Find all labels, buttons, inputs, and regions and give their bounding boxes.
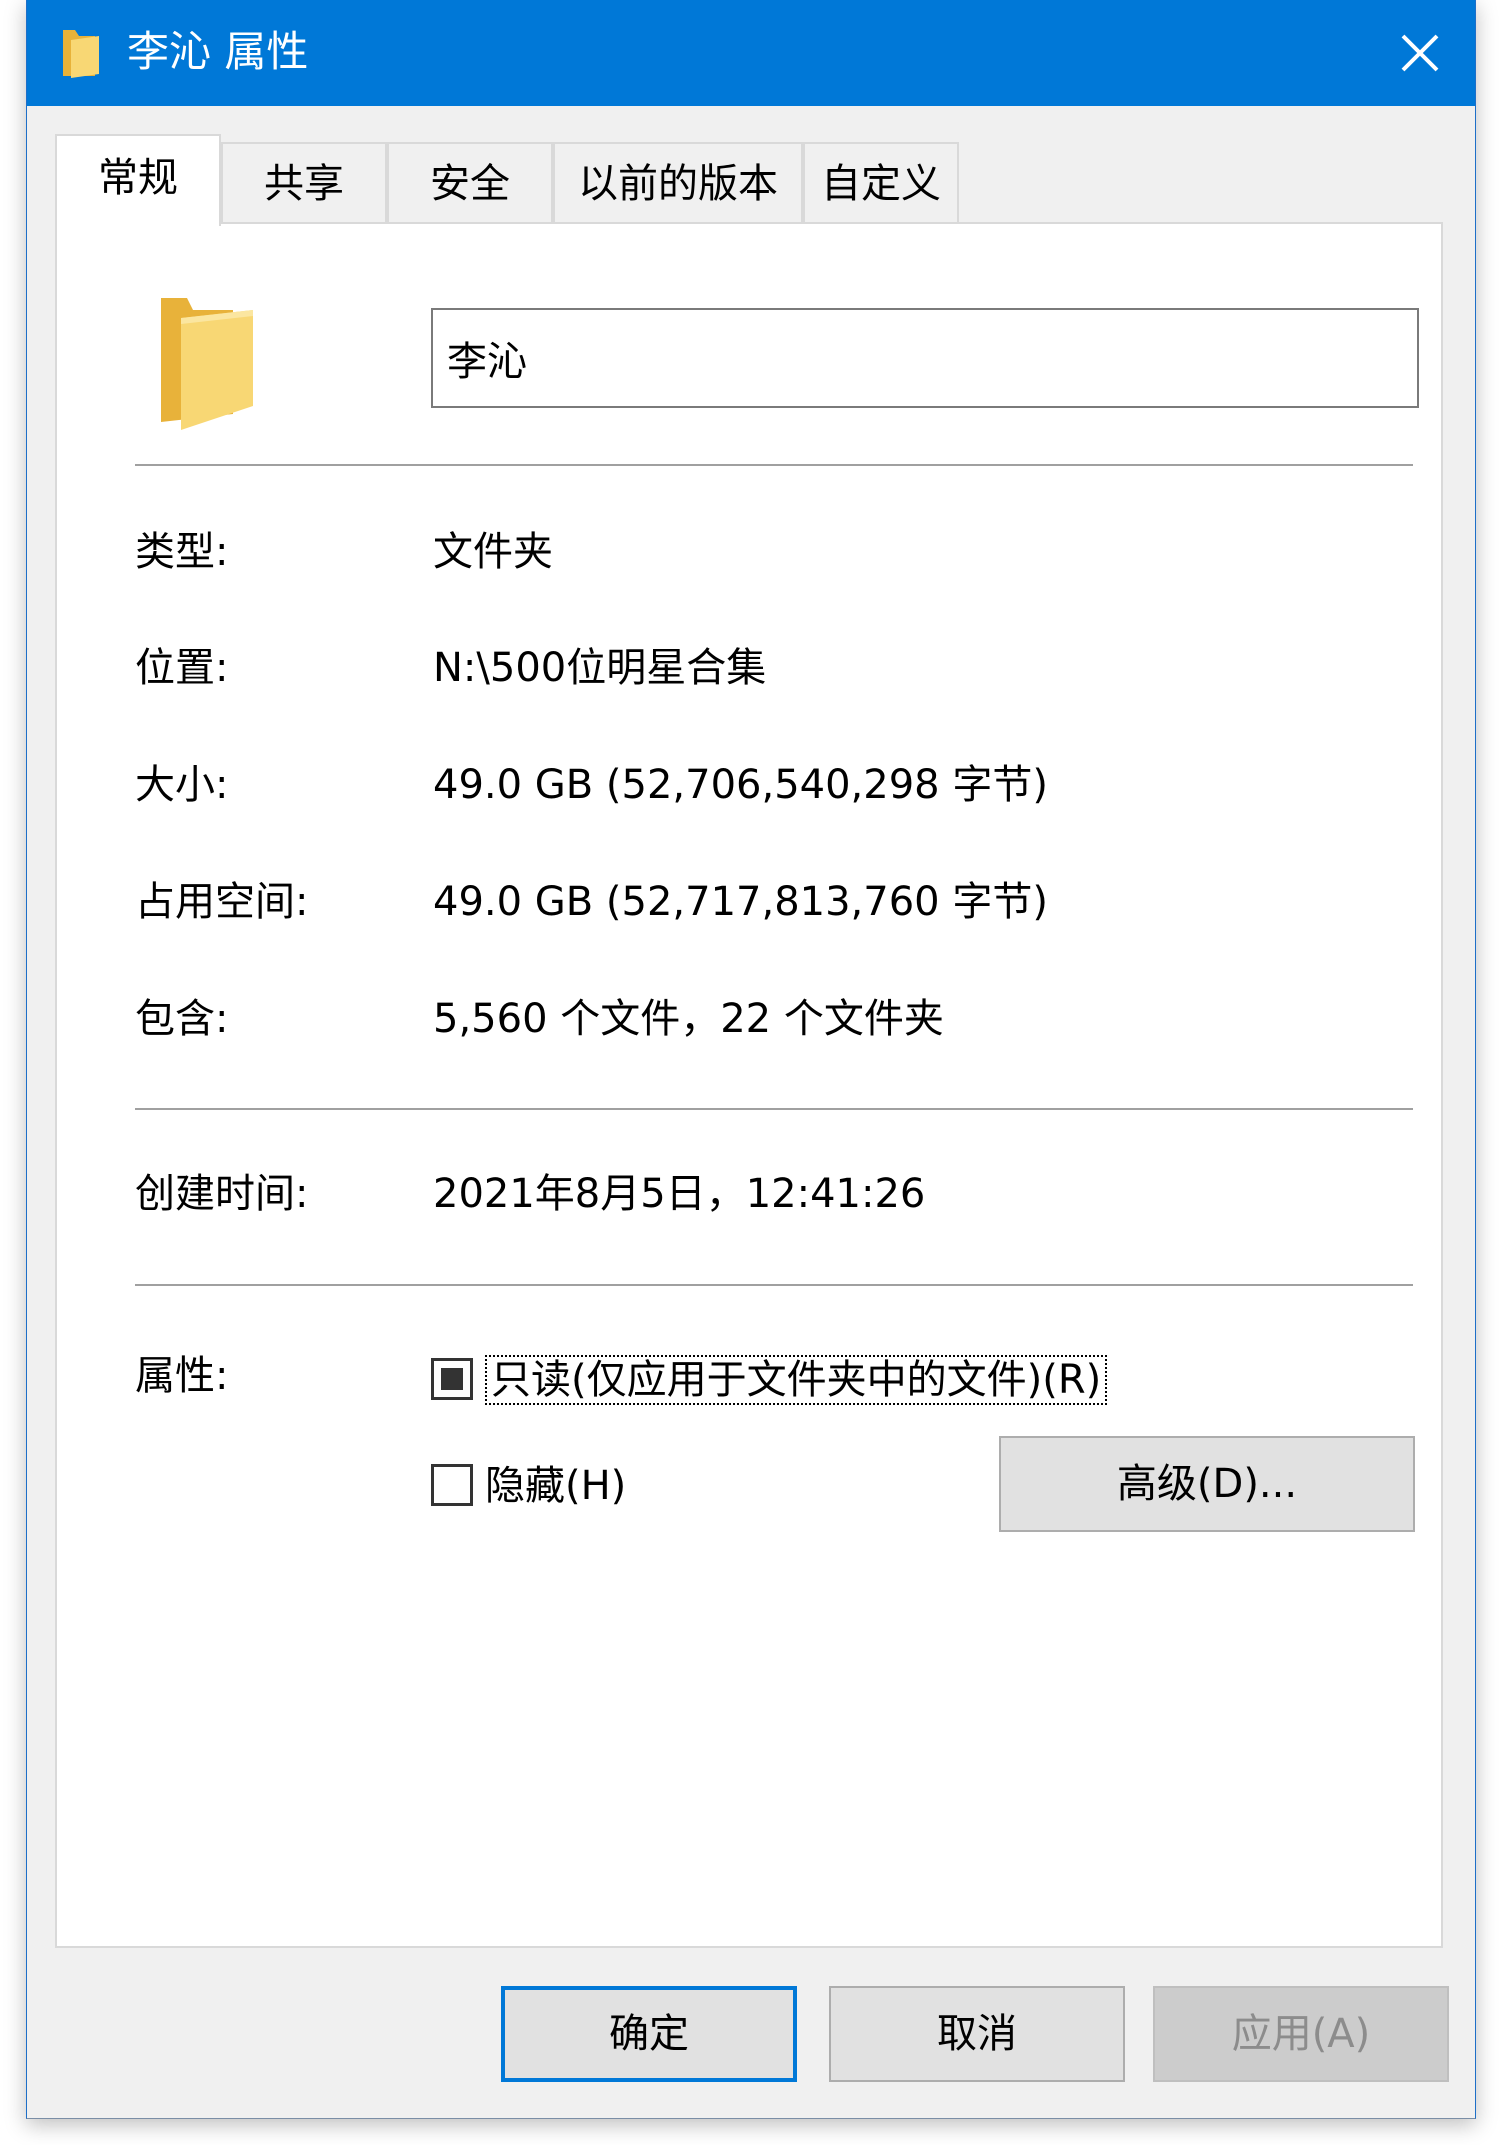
ok-button[interactable]: 确定 [501, 1986, 797, 2082]
type-label: 类型: [135, 529, 229, 575]
apply-button[interactable]: 应用(A) [1153, 1986, 1449, 2082]
advanced-button[interactable]: 高级(D)... [999, 1436, 1415, 1532]
indeterminate-mark [441, 1368, 463, 1390]
title-bar[interactable]: 李沁 属性 [27, 0, 1475, 106]
close-button[interactable] [1365, 0, 1475, 106]
created-value: 2021年8月5日，12:41:26 [433, 1171, 926, 1217]
type-value: 文件夹 [433, 529, 553, 575]
tab-general[interactable]: 常规 [55, 134, 221, 226]
tab-customize[interactable]: 自定义 [803, 142, 959, 222]
tab-previous-versions[interactable]: 以前的版本 [553, 142, 803, 222]
tab-sharing[interactable]: 共享 [221, 142, 387, 222]
folder-name-input[interactable] [431, 308, 1419, 408]
hidden-checkbox[interactable] [431, 1464, 473, 1506]
size-value: 49.0 GB (52,706,540,298 字节) [433, 762, 1048, 808]
close-icon [1401, 34, 1439, 72]
contains-value: 5,560 个文件，22 个文件夹 [433, 996, 944, 1042]
separator [135, 1284, 1413, 1286]
window-title: 李沁 属性 [127, 27, 309, 76]
attributes-label: 属性: [135, 1353, 229, 1399]
created-label: 创建时间: [135, 1171, 309, 1217]
readonly-checkbox[interactable] [431, 1358, 473, 1400]
location-label: 位置: [135, 645, 229, 691]
separator [135, 464, 1413, 466]
readonly-label-text: 只读(仅应用于文件夹中的文件)(R) [485, 1355, 1108, 1405]
readonly-label[interactable]: 只读(仅应用于文件夹中的文件)(R) [485, 1352, 1108, 1408]
general-panel: 类型: 文件夹 位置: N:\500位明星合集 大小: 49.0 GB (52,… [55, 222, 1443, 1948]
size-on-disk-value: 49.0 GB (52,717,813,760 字节) [433, 879, 1048, 925]
tab-security[interactable]: 安全 [387, 142, 553, 222]
folder-icon [157, 294, 257, 434]
cancel-button[interactable]: 取消 [829, 1986, 1125, 2082]
separator [135, 1108, 1413, 1110]
size-on-disk-label: 占用空间: [135, 879, 309, 925]
location-value: N:\500位明星合集 [433, 645, 767, 691]
hidden-label[interactable]: 隐藏(H) [485, 1458, 626, 1514]
properties-dialog: 李沁 属性 常规 共享 安全 以前的版本 自定义 类型: 文件夹 位置: N:\… [26, 0, 1476, 2119]
size-label: 大小: [135, 762, 229, 808]
folder-icon [61, 26, 101, 80]
contains-label: 包含: [135, 996, 229, 1042]
